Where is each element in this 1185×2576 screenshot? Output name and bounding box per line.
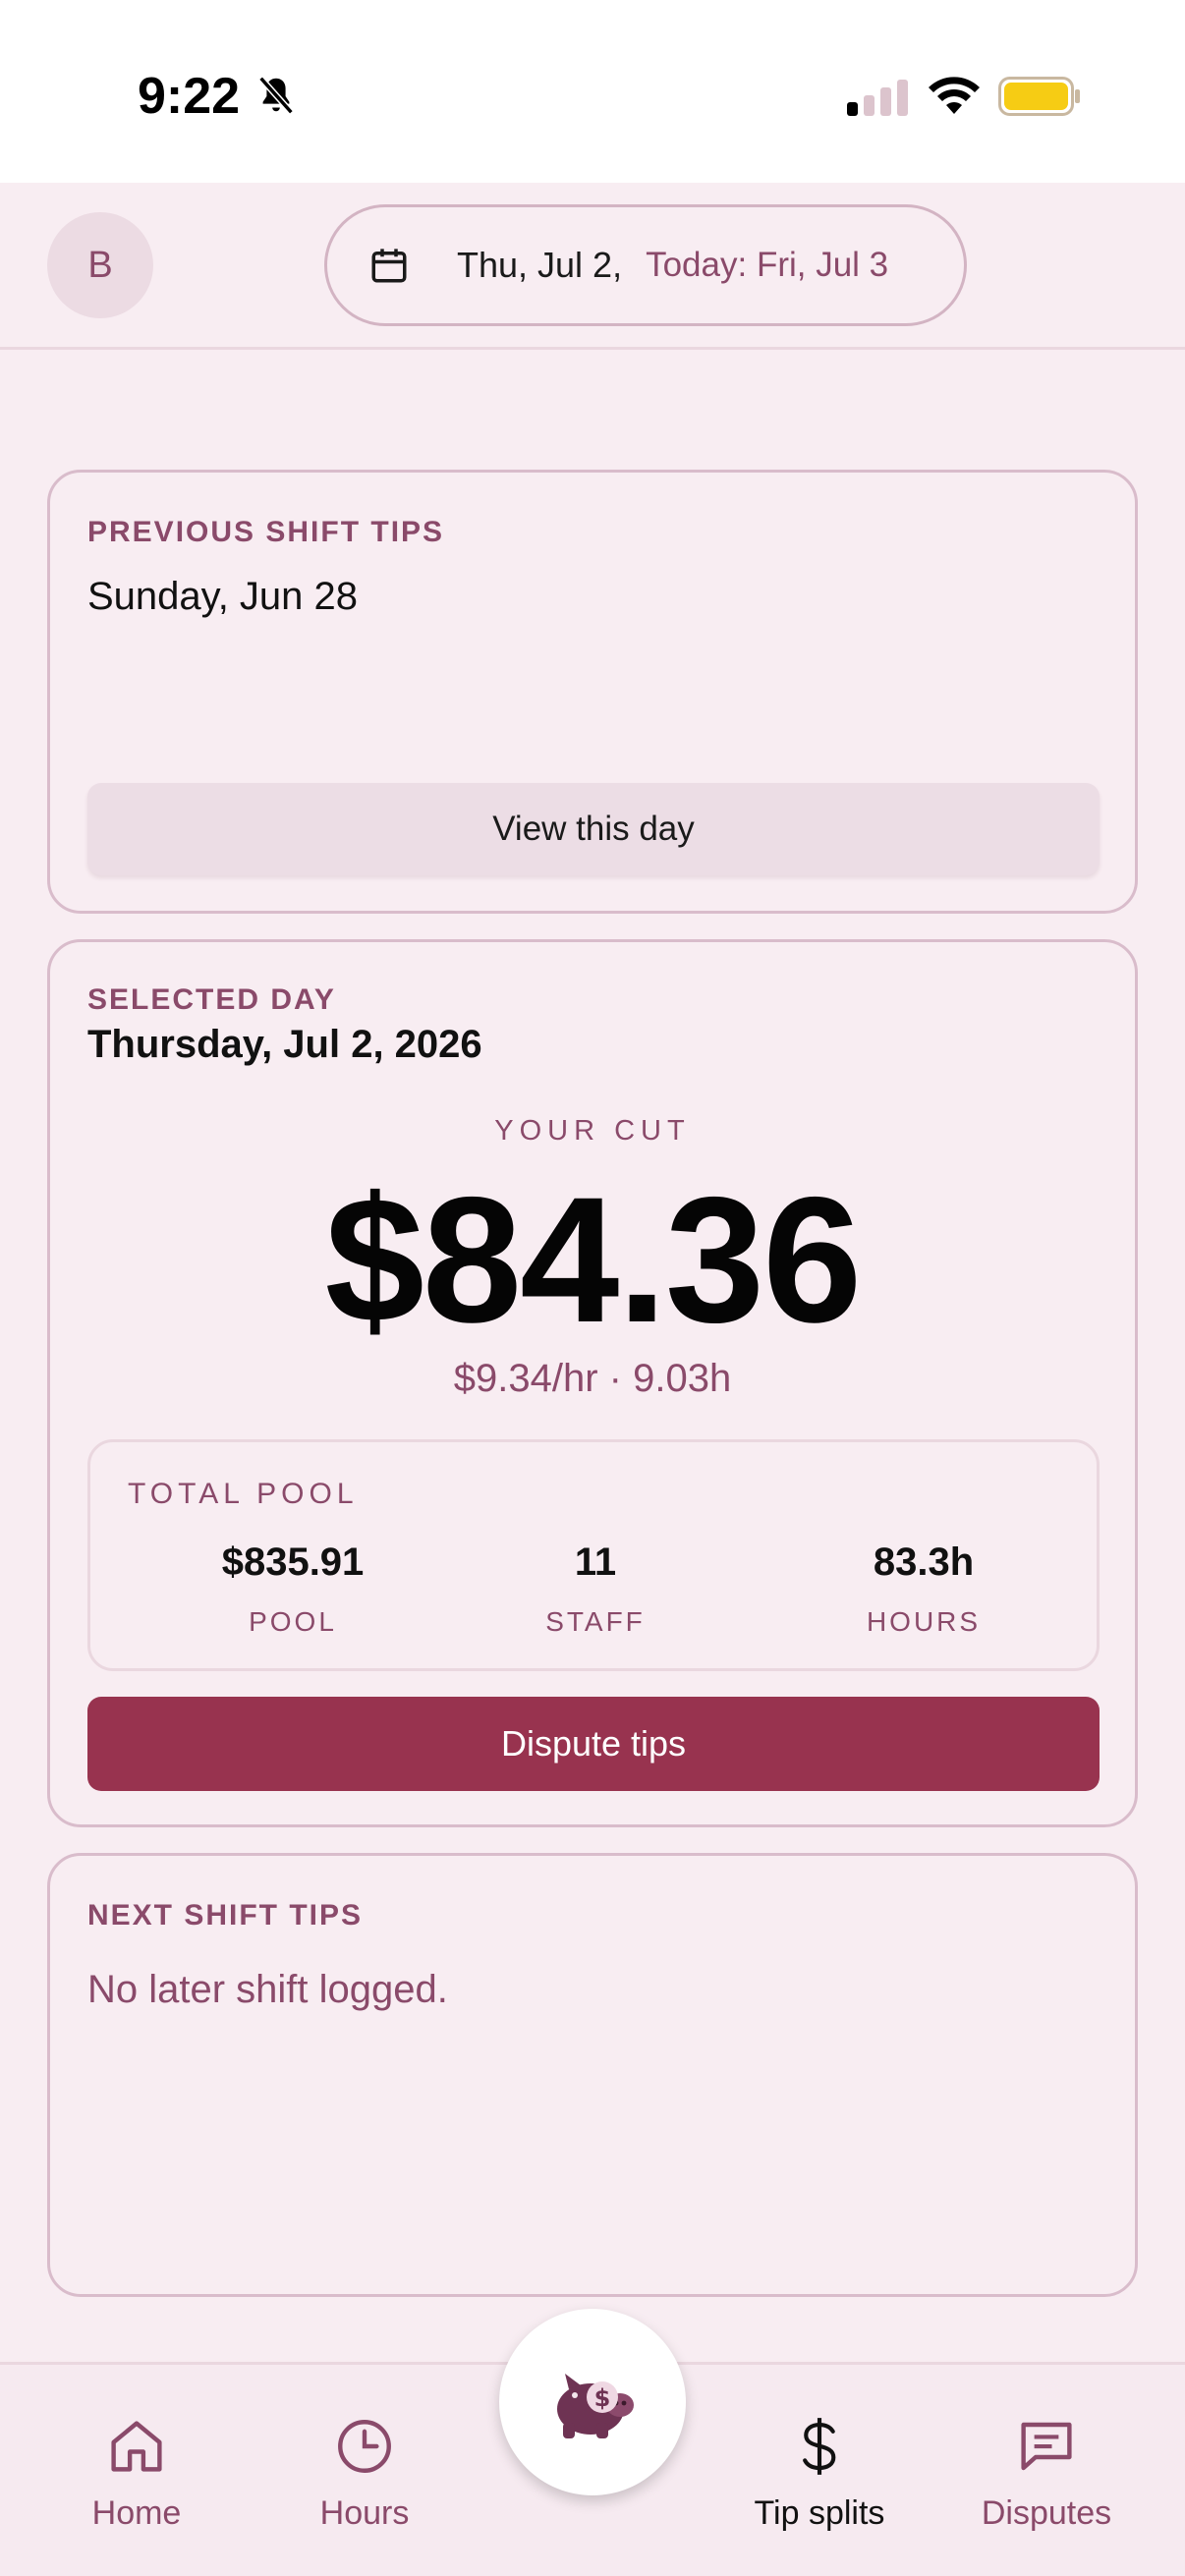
- total-pool-box: TOTAL POOL $835.91 POOL 11 STAFF 83.3h H…: [87, 1439, 1100, 1671]
- tab-home[interactable]: Home: [38, 2414, 235, 2533]
- today-date: Today: Fri, Jul 3: [646, 246, 889, 284]
- chat-icon: [1021, 2422, 1072, 2471]
- staff-value: 11: [574, 1540, 617, 1584]
- tab-tip-splits-label: Tip splits: [754, 2494, 885, 2532]
- signal-icon: [847, 80, 908, 116]
- tab-hours[interactable]: Hours: [266, 2414, 463, 2533]
- selected-day-date: Thursday, Jul 2, 2026: [87, 1023, 482, 1066]
- tab-home-label: Home: [91, 2494, 182, 2532]
- next-shift-card: NEXT SHIFT TIPS No later shift logged.: [47, 1853, 1138, 2297]
- pool-value: $835.91: [221, 1540, 365, 1584]
- calendar-icon: [371, 249, 407, 283]
- view-this-day-button[interactable]: View this day: [87, 783, 1100, 875]
- battery-icon: [998, 77, 1080, 116]
- staff-stat: 11 STAFF: [448, 1540, 743, 1638]
- next-shift-message: No later shift logged.: [87, 1968, 448, 2011]
- dollar-icon: [803, 2418, 836, 2475]
- your-cut-label: YOUR CUT: [494, 1115, 691, 1147]
- clock-icon: [338, 2420, 391, 2473]
- total-pool-title: TOTAL POOL: [128, 1478, 359, 1510]
- tab-disputes-label: Disputes: [981, 2494, 1112, 2532]
- svg-text:$: $: [594, 2384, 611, 2412]
- next-shift-label: NEXT SHIFT TIPS: [87, 1899, 364, 1932]
- pool-label: POOL: [249, 1606, 337, 1637]
- app-header: B Thu, Jul 2, Today: Fri, Jul 3: [0, 183, 1185, 350]
- wifi-icon: [929, 77, 980, 114]
- tab-hours-label: Hours: [319, 2494, 410, 2532]
- hourly-rate: $9.34/hr · 9.03h: [453, 1357, 732, 1400]
- staff-label: STAFF: [545, 1606, 646, 1637]
- tab-tip-splits[interactable]: Tip splits: [721, 2414, 918, 2533]
- previous-shift-card: PREVIOUS SHIFT TIPS Sunday, Jun 28 View …: [47, 470, 1138, 914]
- date-picker-button[interactable]: Thu, Jul 2, Today: Fri, Jul 3: [324, 204, 967, 326]
- selected-date: Thu, Jul 2,: [457, 245, 623, 285]
- home-icon: [111, 2421, 162, 2472]
- selected-day-card: SELECTED DAY Thursday, Jul 2, 2026 YOUR …: [47, 939, 1138, 1827]
- selected-day-label: SELECTED DAY: [87, 983, 336, 1016]
- hours-label: HOURS: [866, 1606, 982, 1637]
- previous-shift-label: PREVIOUS SHIFT TIPS: [87, 516, 445, 548]
- dispute-tips-button[interactable]: Dispute tips: [87, 1697, 1100, 1791]
- tab-disputes[interactable]: Disputes: [948, 2414, 1145, 2533]
- your-cut-amount: $84.36: [324, 1159, 863, 1360]
- hours-stat: 83.3h HOURS: [776, 1540, 1071, 1638]
- piggy-bank-button[interactable]: $: [499, 2309, 686, 2495]
- status-time: 9:22: [138, 68, 241, 125]
- status-bar: 9:22: [0, 0, 1185, 183]
- pool-stat: $835.91 POOL: [145, 1540, 440, 1638]
- hours-value: 83.3h: [873, 1540, 975, 1584]
- previous-shift-date: Sunday, Jun 28: [87, 575, 359, 618]
- piggy-bank-icon: $: [557, 2374, 634, 2438]
- avatar[interactable]: B: [47, 212, 153, 318]
- bell-slash-icon: [258, 76, 294, 115]
